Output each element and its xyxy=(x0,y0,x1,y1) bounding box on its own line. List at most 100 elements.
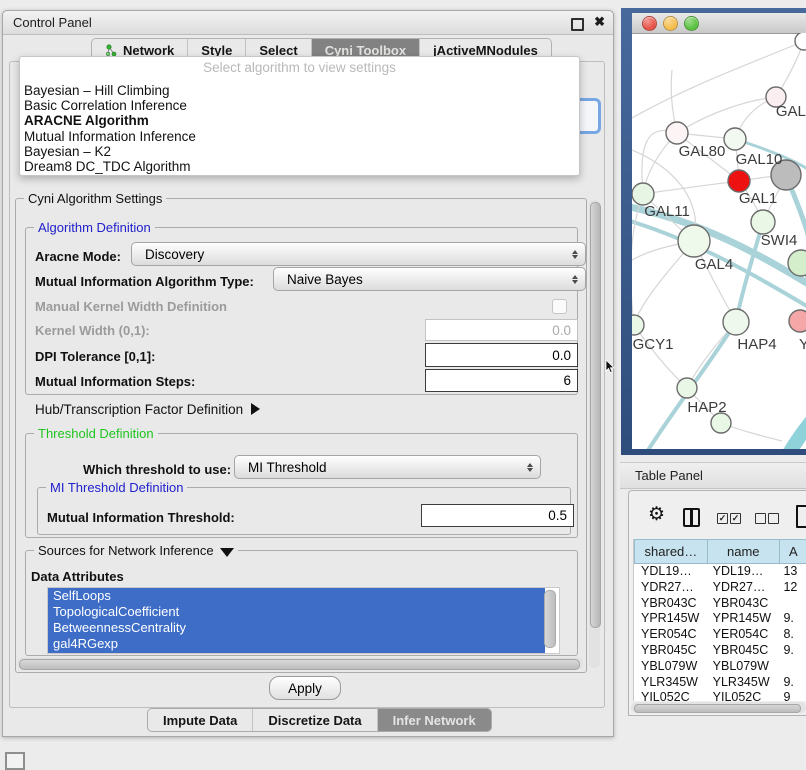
column-header-name[interactable]: name xyxy=(708,539,780,564)
network-node-gal10[interactable] xyxy=(724,128,746,150)
hub-section-label: Hub/Transcription Factor Definition xyxy=(35,402,243,417)
apply-button[interactable]: Apply xyxy=(269,676,341,700)
network-node[interactable] xyxy=(795,33,806,50)
new-page-icon[interactable] xyxy=(796,505,806,528)
table-row[interactable]: YDL19…YDL19…13 xyxy=(634,564,806,580)
network-node-gal1[interactable] xyxy=(728,170,750,192)
mac-zoom-button[interactable] xyxy=(684,16,699,31)
collapsed-arrow-icon xyxy=(251,403,260,415)
network-node-labels: GAL7GAL80GAL10GAL1GAL11SWI4GAL4GCY1HAP4Y… xyxy=(633,103,806,416)
table-cell: YBL079W xyxy=(706,659,777,675)
node-table[interactable]: shared…nameA YDL19…YDL19…13YDR27…YDR27…1… xyxy=(633,539,806,701)
table-row[interactable]: YDR27…YDR27…12 xyxy=(634,580,806,596)
dpi-tolerance-field[interactable]: 0.0 xyxy=(425,343,578,367)
threshold-definition-title: Threshold Definition xyxy=(34,426,158,441)
dropdown-item[interactable]: Mutual Information Inference xyxy=(22,129,577,144)
table-cell: YLR345W xyxy=(706,675,777,691)
network-node-gal80[interactable] xyxy=(666,122,688,144)
attribute-item-clipped[interactable] xyxy=(48,652,545,654)
which-threshold-combobox[interactable]: MI Threshold xyxy=(234,455,541,479)
kernel-width-field[interactable]: 0.0 xyxy=(425,319,578,341)
mi-algorithm-type-label: Mutual Information Algorithm Type: xyxy=(35,274,254,289)
table-cell: 13 xyxy=(776,564,806,580)
settings-vertical-scrollbar[interactable] xyxy=(589,200,600,668)
network-node-y[interactable] xyxy=(789,310,806,332)
column-header-A[interactable]: A xyxy=(780,539,806,564)
table-panel-header: Table Panel xyxy=(620,462,806,489)
network-node-gal4[interactable] xyxy=(678,225,710,257)
network-node-hap4[interactable] xyxy=(723,309,749,335)
inference-algorithm-combobox-fragment[interactable] xyxy=(578,98,601,134)
table-cell: YER054C xyxy=(706,627,777,643)
data-attributes-label: Data Attributes xyxy=(31,569,124,584)
sources-group-title[interactable]: Sources for Network Inference xyxy=(34,543,238,558)
table-horizontal-scrollbar[interactable] xyxy=(631,702,806,713)
table-row[interactable]: YIL052CYIL052C9 xyxy=(634,690,806,701)
bottom-tab-discretize-data[interactable]: Discretize Data xyxy=(252,709,376,731)
combo-arrows-icon xyxy=(572,268,578,290)
node-label: GAL10 xyxy=(736,151,783,168)
network-node-swi4[interactable] xyxy=(751,210,775,234)
unchecked-column-icon[interactable] xyxy=(768,513,779,524)
network-canvas[interactable]: GAL7GAL80GAL10GAL1GAL11SWI4GAL4GCY1HAP4Y… xyxy=(632,33,806,449)
dropdown-item[interactable]: Dream8 DC_TDC Algorithm xyxy=(22,159,577,174)
mac-close-button[interactable] xyxy=(642,16,657,31)
table-cell: 9 xyxy=(776,690,806,701)
mi-algorithm-type-combobox[interactable]: Naive Bayes xyxy=(273,267,586,291)
settings-horizontal-scrollbar[interactable] xyxy=(17,657,583,670)
mi-steps-field[interactable]: 6 xyxy=(425,369,578,392)
table-row[interactable]: YBL079WYBL079W xyxy=(634,659,806,675)
sources-title-text: Sources for Network Inference xyxy=(38,543,214,558)
docked-mini-window[interactable] xyxy=(5,752,25,770)
dropdown-item[interactable]: Bayesian – Hill Climbing xyxy=(22,83,577,98)
split-columns-icon[interactable] xyxy=(683,508,700,527)
network-node-gcy1[interactable] xyxy=(632,315,644,335)
dropdown-item[interactable]: ARACNE Algorithm xyxy=(22,113,577,128)
attributes-scrollbar[interactable] xyxy=(544,590,556,648)
aracne-mode-combobox[interactable]: Discovery xyxy=(131,242,586,266)
manual-kernel-width-checkbox[interactable] xyxy=(552,299,567,314)
network-node-hap2[interactable] xyxy=(677,378,697,398)
data-attributes-list[interactable]: SelfLoopsTopologicalCoefficientBetweenne… xyxy=(47,587,560,654)
table-row[interactable]: YLR345WYLR345W9. xyxy=(634,675,806,691)
table-row[interactable]: YER054CYER054C8. xyxy=(634,627,806,643)
network-node-gal11[interactable] xyxy=(632,183,654,205)
dropdown-item[interactable]: Basic Correlation Inference xyxy=(22,98,577,113)
attribute-item[interactable]: SelfLoops xyxy=(48,588,545,604)
network-node[interactable] xyxy=(711,413,731,433)
bottom-tab-infer-network[interactable]: Infer Network xyxy=(377,709,491,731)
unchecked-column-icon[interactable] xyxy=(755,513,766,524)
table-row[interactable]: YBR043CYBR043C xyxy=(634,596,806,612)
table-row[interactable]: YBR045CYBR045C9. xyxy=(634,643,806,659)
hub-section-toggle[interactable]: Hub/Transcription Factor Definition xyxy=(35,402,260,417)
mi-threshold-field[interactable]: 0.5 xyxy=(421,504,574,527)
node-label: GAL80 xyxy=(679,143,726,160)
checked-column-icon[interactable]: ✓ xyxy=(730,513,741,524)
mi-threshold-group-title: MI Threshold Definition xyxy=(46,480,187,495)
mac-minimize-button[interactable] xyxy=(663,16,678,31)
combo-arrows-icon xyxy=(527,456,533,478)
dpi-tolerance-label: DPI Tolerance [0,1]: xyxy=(35,349,155,364)
table-body: YDL19…YDL19…13YDR27…YDR27…12YBR043CYBR04… xyxy=(634,564,806,701)
table-row[interactable]: YPR145WYPR145W9. xyxy=(634,611,806,627)
node-label: HAP4 xyxy=(737,336,776,353)
close-icon[interactable]: ✖ xyxy=(594,14,605,30)
node-label: GAL4 xyxy=(695,256,733,273)
kernel-width-value: 0.0 xyxy=(552,323,571,338)
attribute-item[interactable]: TopologicalCoefficient xyxy=(48,604,545,620)
table-panel-title: Table Panel xyxy=(635,468,703,483)
table-cell: 8. xyxy=(776,627,806,643)
combo-arrows-icon xyxy=(572,243,578,265)
table-cell: YDL19… xyxy=(634,564,706,580)
float-window-icon[interactable] xyxy=(571,18,584,31)
gear-icon[interactable]: ⚙ xyxy=(648,503,665,526)
column-header-shared[interactable]: shared… xyxy=(634,539,708,564)
table-header-row: shared…nameA xyxy=(634,539,806,564)
attribute-item[interactable]: BetweennessCentrality xyxy=(48,620,545,636)
network-window-titlebar xyxy=(632,13,806,34)
checked-column-icon[interactable]: ✓ xyxy=(717,513,728,524)
attribute-item[interactable]: gal4RGexp xyxy=(48,636,545,652)
dropdown-item[interactable]: Bayesian – K2 xyxy=(22,144,577,159)
network-graph[interactable]: GAL7GAL80GAL10GAL1GAL11SWI4GAL4GCY1HAP4Y… xyxy=(632,33,806,449)
bottom-tab-impute-data[interactable]: Impute Data xyxy=(148,709,252,731)
